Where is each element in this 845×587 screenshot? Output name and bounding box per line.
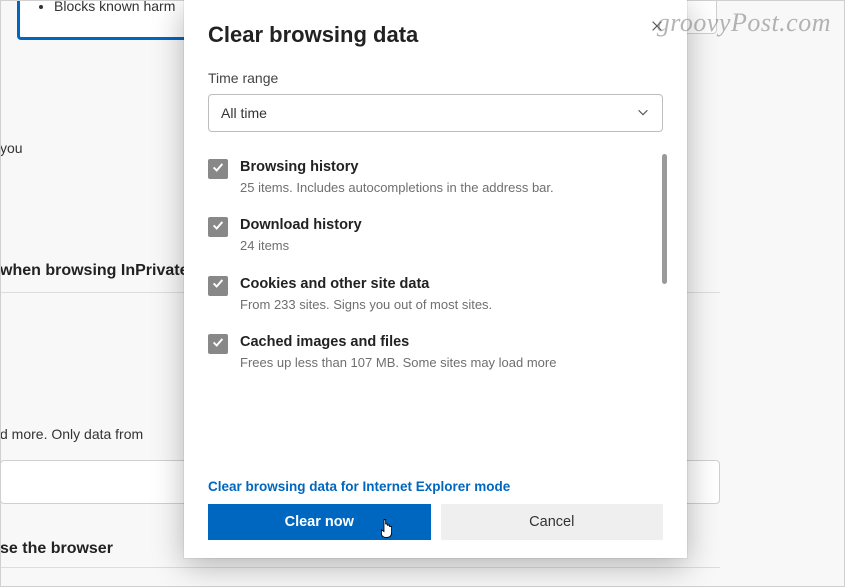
cancel-button[interactable]: Cancel [441, 504, 664, 540]
clear-now-label: Clear now [285, 514, 354, 530]
check-icon [211, 160, 225, 179]
chevron-down-icon [636, 105, 650, 122]
option-desc: 25 items. Includes autocompletions in th… [240, 179, 647, 197]
check-icon [211, 335, 225, 354]
time-range-value: All time [221, 105, 267, 121]
cancel-label: Cancel [529, 514, 574, 530]
checkbox-browsing-history[interactable] [208, 159, 228, 179]
clear-now-button[interactable]: Clear now [208, 504, 431, 540]
option-title: Cached images and files [240, 333, 647, 352]
scrollbar-thumb[interactable] [662, 154, 667, 284]
checkbox-download-history[interactable] [208, 217, 228, 237]
bg-text-fragment: d more. Only data from [0, 426, 143, 442]
pointer-cursor-icon [378, 518, 395, 544]
bg-text-fragment: you [0, 140, 23, 156]
option-desc: Frees up less than 107 MB. Some sites ma… [240, 354, 647, 372]
options-list: Browsing history 25 items. Includes auto… [208, 150, 663, 473]
clear-browsing-data-dialog: Clear browsing data Time range All time … [184, 0, 687, 558]
close-browser-heading: se the browser [0, 540, 113, 558]
checkbox-cache[interactable] [208, 334, 228, 354]
watermark: groovyPost.com [657, 8, 831, 38]
option-title: Cookies and other site data [240, 275, 647, 294]
divider [0, 567, 720, 568]
check-icon [211, 276, 225, 295]
check-icon [211, 218, 225, 237]
option-desc: 24 items [240, 237, 647, 255]
time-range-select[interactable]: All time [208, 94, 663, 132]
option-download-history: Download history 24 items [208, 208, 647, 266]
option-title: Browsing history [240, 158, 647, 177]
option-cache: Cached images and files Frees up less th… [208, 325, 647, 383]
option-browsing-history: Browsing history 25 items. Includes auto… [208, 150, 647, 208]
inprivate-heading: when browsing InPrivate [0, 262, 188, 280]
time-range-label: Time range [208, 70, 663, 86]
option-title: Download history [240, 216, 647, 235]
option-cookies: Cookies and other site data From 233 sit… [208, 267, 647, 325]
dialog-title: Clear browsing data [208, 22, 418, 48]
option-desc: From 233 sites. Signs you out of most si… [240, 296, 647, 314]
checkbox-cookies[interactable] [208, 276, 228, 296]
clear-ie-mode-link[interactable]: Clear browsing data for Internet Explore… [208, 479, 663, 494]
